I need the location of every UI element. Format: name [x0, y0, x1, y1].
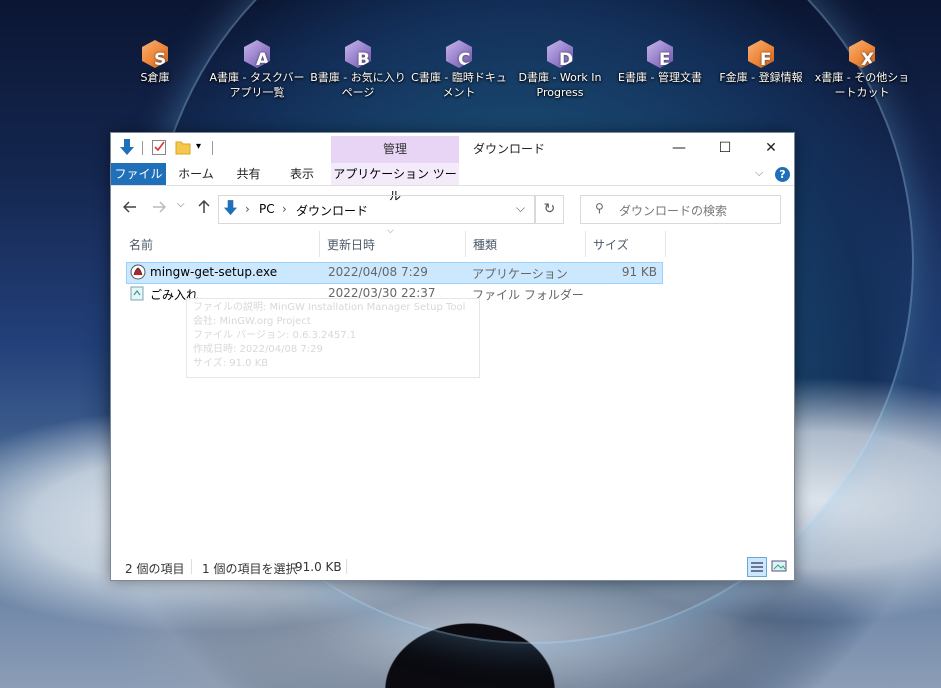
up-button[interactable] — [197, 199, 211, 218]
desktop-icon-label: C書庫 - 臨時ドキュメント — [411, 71, 507, 99]
column-divider[interactable] — [465, 231, 466, 257]
forward-button[interactable] — [152, 200, 167, 218]
breadcrumb-separator: › — [245, 202, 250, 216]
column-divider[interactable] — [319, 231, 320, 257]
file-type: ファイル フォルダー — [472, 288, 584, 302]
download-arrow-icon — [119, 139, 135, 160]
column-header-name[interactable]: 名前 — [129, 234, 153, 256]
divider — [346, 559, 347, 574]
sort-indicator-icon: ⌵ — [387, 226, 394, 236]
download-arrow-icon — [223, 200, 238, 220]
maximize-button[interactable]: ☐ — [702, 133, 748, 163]
properties-icon[interactable] — [152, 139, 166, 158]
table-row[interactable]: mingw-get-setup.exe 2022/04/08 7:29 アプリケ… — [126, 262, 663, 284]
divider — [191, 559, 192, 574]
search-placeholder: ダウンロードの検索 — [619, 204, 728, 218]
window-title: ダウンロード — [473, 142, 546, 156]
item-count: 2 個の項目 — [125, 562, 185, 576]
back-button[interactable] — [122, 200, 137, 218]
tooltip-line: サイズ: 91.0 KB — [193, 358, 269, 369]
divider — [142, 141, 143, 155]
address-dropdown-icon[interactable]: ⌵ — [516, 201, 525, 216]
tab-file[interactable]: ファイル — [111, 163, 166, 185]
file-name: mingw-get-setup.exe — [150, 265, 278, 279]
column-header-date[interactable]: 更新日時 — [327, 234, 375, 256]
desktop-icon-label: D書庫 - Work In Progress — [518, 71, 602, 99]
address-bar[interactable]: › PC › ダウンロード ⌵ — [218, 195, 535, 224]
explorer-window: ▾ 管理 ダウンロード — ☐ ✕ ファイル ホーム 共有 表示 アプリケーショ… — [110, 132, 795, 581]
tooltip-line: 会社: MinGW.org Project — [193, 316, 311, 327]
cube-icon: X — [849, 40, 875, 68]
file-type: アプリケーション — [472, 267, 568, 281]
cube-icon: B — [345, 40, 371, 68]
cube-icon: C — [446, 40, 472, 68]
desktop-icon-label: F金庫 - 登録情報 — [719, 71, 803, 84]
desktop-icon-label: A書庫 - タスクバーアプリ一覧 — [209, 71, 305, 99]
column-header-size[interactable]: サイズ — [593, 234, 629, 256]
cube-icon: D — [547, 40, 573, 68]
desktop-icon-label: B書庫 - お気に入りページ — [310, 71, 406, 99]
help-icon[interactable]: ? — [775, 167, 790, 182]
desktop-icon-a[interactable]: A A書庫 - タスクバーアプリ一覧 — [207, 40, 307, 100]
cube-icon: A — [244, 40, 270, 68]
tab-application-tools[interactable]: アプリケーション ツール — [331, 163, 459, 203]
minimize-button[interactable]: — — [656, 133, 702, 163]
breadcrumb-downloads[interactable]: ダウンロード — [296, 202, 368, 219]
desktop-icon-s[interactable]: S S倉庫 — [105, 40, 205, 85]
file-size: 91 KB — [621, 265, 657, 279]
close-button[interactable]: ✕ — [748, 133, 794, 163]
column-header-type[interactable]: 種類 — [473, 234, 497, 256]
recycle-folder-icon — [130, 285, 144, 304]
search-input[interactable]: ⚲ ダウンロードの検索 — [580, 195, 781, 224]
title-bar[interactable]: ▾ 管理 ダウンロード — ☐ ✕ — [111, 133, 794, 163]
column-divider[interactable] — [585, 231, 586, 257]
new-folder-icon[interactable] — [175, 139, 191, 158]
refresh-button[interactable]: ↻ — [535, 195, 564, 224]
tooltip-line: ファイルの説明: MinGW Installation Manager Setu… — [193, 302, 466, 313]
desktop-icon-x[interactable]: X x書庫 - その他ショートカット — [812, 40, 912, 100]
desktop-icon-f[interactable]: F F金庫 - 登録情報 — [711, 40, 811, 85]
cube-icon: F — [748, 40, 774, 68]
ribbon-tabs: ファイル ホーム 共有 表示 アプリケーション ツール ⌵ ? — [111, 163, 794, 203]
desktop-icon-b[interactable]: B B書庫 - お気に入りページ — [308, 40, 408, 100]
tab-view[interactable]: 表示 — [278, 163, 326, 185]
column-divider[interactable] — [665, 231, 666, 257]
tooltip-line: ファイル バージョン: 0.6.3.2457.1 — [193, 330, 357, 341]
ribbon-expand-icon[interactable]: ⌵ — [755, 166, 763, 180]
desktop-icon-label: S倉庫 — [140, 71, 170, 84]
desktop-icon-e[interactable]: E E書庫 - 管理文書 — [610, 40, 710, 85]
cube-icon: S — [142, 40, 168, 68]
tooltip-line: 作成日時: 2022/04/08 7:29 — [193, 344, 323, 355]
selection-size: 91.0 KB — [295, 560, 342, 574]
desktop-icon-label: E書庫 - 管理文書 — [618, 71, 702, 84]
divider — [212, 141, 213, 155]
breadcrumb-pc[interactable]: PC — [259, 202, 275, 216]
desktop-icon-c[interactable]: C C書庫 - 臨時ドキュメント — [409, 40, 509, 100]
large-icons-view-icon[interactable] — [771, 558, 787, 577]
breadcrumb-separator: › — [282, 202, 287, 216]
desktop-icon-d[interactable]: D D書庫 - Work In Progress — [510, 40, 610, 100]
cube-icon: E — [647, 40, 673, 68]
qa-dropdown-icon[interactable]: ▾ — [196, 141, 201, 152]
mingw-app-icon — [130, 264, 146, 283]
details-view-icon[interactable] — [747, 557, 767, 577]
tab-home[interactable]: ホーム — [171, 163, 221, 185]
tab-manage[interactable]: 管理 — [331, 136, 459, 163]
desktop-icon-label: x書庫 - その他ショートカット — [814, 71, 910, 99]
selection-count: 1 個の項目を選択 — [202, 562, 298, 576]
status-bar: 2 個の項目 1 個の項目を選択 91.0 KB — [111, 556, 794, 580]
file-tooltip: ファイルの説明: MinGW Installation Manager Setu… — [186, 298, 480, 378]
recent-locations-icon[interactable]: ⌵ — [177, 199, 185, 210]
tab-share[interactable]: 共有 — [226, 163, 271, 185]
file-date: 2022/04/08 7:29 — [328, 265, 428, 279]
search-icon: ⚲ — [595, 201, 604, 215]
